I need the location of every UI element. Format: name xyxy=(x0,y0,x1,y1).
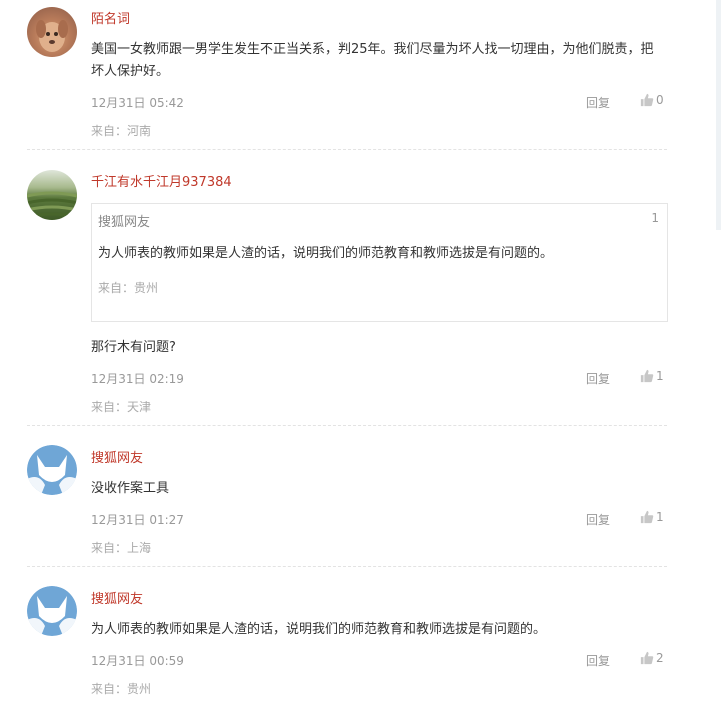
like-count: 0 xyxy=(656,93,664,107)
divider xyxy=(27,149,667,150)
comment-time: 12月31日 02:19 xyxy=(91,372,184,386)
like-button[interactable]: 0 xyxy=(640,93,664,107)
quoted-comment: 搜狐网友 1 为人师表的教师如果是人渣的话，说明我们的师范教育和教师选拔是有问题… xyxy=(91,203,668,322)
username[interactable]: 陌名词 xyxy=(91,8,130,27)
comment-location: 来自：上海 xyxy=(91,541,152,555)
like-button[interactable]: 2 xyxy=(640,651,664,665)
username[interactable]: 搜狐网友 xyxy=(91,447,143,466)
avatar[interactable] xyxy=(27,445,77,495)
reply-button[interactable]: 回复 xyxy=(586,652,610,669)
reply-button[interactable]: 回复 xyxy=(586,370,610,387)
like-count: 2 xyxy=(656,651,664,665)
avatar-tea-field-icon xyxy=(27,191,77,219)
comment-text: 为人师表的教师如果是人渣的话，说明我们的师范教育和教师选拔是有问题的。 xyxy=(91,622,547,637)
reply-button[interactable]: 回复 xyxy=(586,94,610,111)
like-count: 1 xyxy=(656,510,664,524)
avatar-dog-icon xyxy=(36,20,68,52)
reply-button[interactable]: 回复 xyxy=(586,511,610,528)
scrollbar[interactable] xyxy=(716,0,721,230)
default-fox-avatar-icon xyxy=(27,586,77,636)
comment-time: 12月31日 05:42 xyxy=(91,96,184,110)
quoted-username[interactable]: 搜狐网友 xyxy=(98,211,150,230)
comment-time: 12月31日 01:27 xyxy=(91,513,184,527)
avatar[interactable] xyxy=(27,586,77,636)
comment-text: 没收作案工具 xyxy=(91,481,170,496)
like-button[interactable]: 1 xyxy=(640,369,664,383)
comment-location: 来自：河南 xyxy=(91,124,152,138)
thumbs-up-icon xyxy=(640,93,654,107)
comment-text: 美国一女教师跟一男学生发生不正当关系，判25年。我们尽量为坏人找一切理由，为他们… xyxy=(91,42,654,79)
username[interactable]: 搜狐网友 xyxy=(91,588,143,607)
thumbs-up-icon xyxy=(640,510,654,524)
default-fox-avatar-icon xyxy=(27,445,77,495)
quoted-floor-number: 1 xyxy=(651,211,659,225)
username[interactable]: 千江有水千江月937384 xyxy=(91,171,232,190)
like-button[interactable]: 1 xyxy=(640,510,664,524)
quoted-location: 来自：贵州 xyxy=(98,281,159,295)
thumbs-up-icon xyxy=(640,369,654,383)
comment-location: 来自：天津 xyxy=(91,400,152,414)
divider xyxy=(27,425,667,426)
avatar[interactable] xyxy=(27,7,77,57)
thumbs-up-icon xyxy=(640,651,654,665)
quoted-text: 为人师表的教师如果是人渣的话，说明我们的师范教育和教师选拔是有问题的。 xyxy=(98,246,554,261)
like-count: 1 xyxy=(656,369,664,383)
comment-time: 12月31日 00:59 xyxy=(91,654,184,668)
divider xyxy=(27,566,667,567)
comment-text: 那行木有问题? xyxy=(91,340,176,355)
comment-location: 来自：贵州 xyxy=(91,682,152,696)
avatar[interactable] xyxy=(27,170,77,220)
